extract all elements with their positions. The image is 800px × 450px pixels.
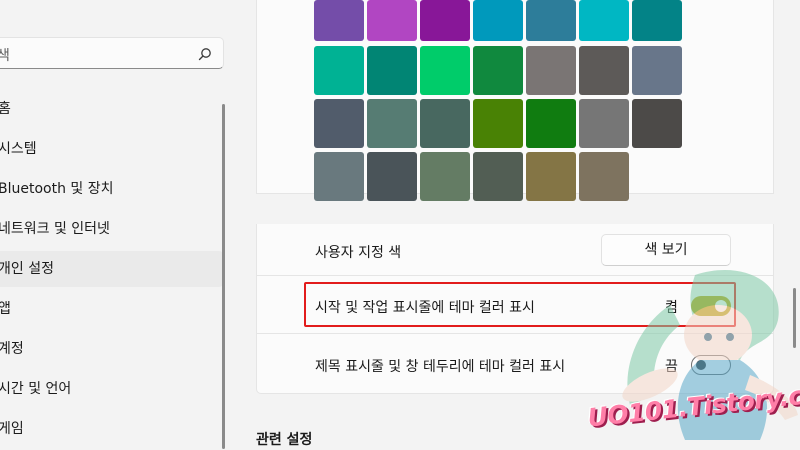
accent-color-swatch[interactable] xyxy=(367,46,417,95)
accent-color-swatch[interactable] xyxy=(579,152,629,201)
accent-color-swatch[interactable] xyxy=(367,99,417,148)
sidebar-item-accounts[interactable]: 계정 xyxy=(0,331,224,367)
search-input[interactable]: 색 xyxy=(0,45,10,65)
accent-color-swatch[interactable] xyxy=(632,99,682,148)
accent-color-swatch[interactable] xyxy=(420,0,470,41)
accent-color-swatch[interactable] xyxy=(526,99,576,148)
sidebar-item-home[interactable]: 홈 xyxy=(0,91,224,127)
accent-color-swatch[interactable] xyxy=(579,0,629,41)
accent-color-swatch[interactable] xyxy=(526,0,576,41)
accent-color-swatch[interactable] xyxy=(367,152,417,201)
accent-color-swatch[interactable] xyxy=(314,99,364,148)
accent-color-swatch[interactable] xyxy=(579,46,629,95)
titlebar-accent-label: 제목 표시줄 및 창 테두리에 테마 컬러 표시 xyxy=(315,359,566,375)
accent-color-swatch[interactable] xyxy=(473,99,523,148)
accent-color-swatch[interactable] xyxy=(632,46,682,95)
sidebar-scrollbar[interactable] xyxy=(222,104,225,449)
search-icon[interactable] xyxy=(198,47,212,61)
accent-color-swatch[interactable] xyxy=(473,46,523,95)
sidebar-item-gaming[interactable]: 게임 xyxy=(0,411,224,447)
accent-color-swatch[interactable] xyxy=(420,152,470,201)
custom-color-label: 사용자 지정 색 xyxy=(315,245,402,261)
accent-color-swatch[interactable] xyxy=(420,99,470,148)
sidebar-item-apps[interactable]: 앱 xyxy=(0,291,224,327)
sidebar-item-network[interactable]: 네트워크 및 인터넷 xyxy=(0,211,224,247)
accent-color-swatch[interactable] xyxy=(367,0,417,41)
accent-color-swatch[interactable] xyxy=(314,152,364,201)
accent-color-swatch[interactable] xyxy=(420,46,470,95)
accent-color-swatch[interactable] xyxy=(579,99,629,148)
search-box[interactable]: 색 xyxy=(0,37,224,69)
sidebar-item-personalization[interactable]: 개인 설정 xyxy=(0,251,224,287)
sidebar: 색 홈 시스템 Bluetooth 및 장치 네트워크 및 인터넷 개인 설정 … xyxy=(0,0,236,450)
sidebar-item-time-language[interactable]: 시간 및 언어 xyxy=(0,371,224,407)
accent-color-swatch[interactable] xyxy=(526,46,576,95)
accent-color-swatch[interactable] xyxy=(314,46,364,95)
sidebar-item-bluetooth[interactable]: Bluetooth 및 장치 xyxy=(0,171,224,207)
accent-color-swatch[interactable] xyxy=(473,152,523,201)
accent-color-swatch[interactable] xyxy=(314,0,364,41)
accent-color-swatch[interactable] xyxy=(526,152,576,201)
related-settings-heading: 관련 설정 xyxy=(256,432,313,448)
sidebar-item-system[interactable]: 시스템 xyxy=(0,131,224,167)
accent-color-swatch[interactable] xyxy=(473,0,523,41)
view-colors-button[interactable]: 색 보기 xyxy=(601,234,731,266)
accent-color-swatch[interactable] xyxy=(632,0,682,41)
